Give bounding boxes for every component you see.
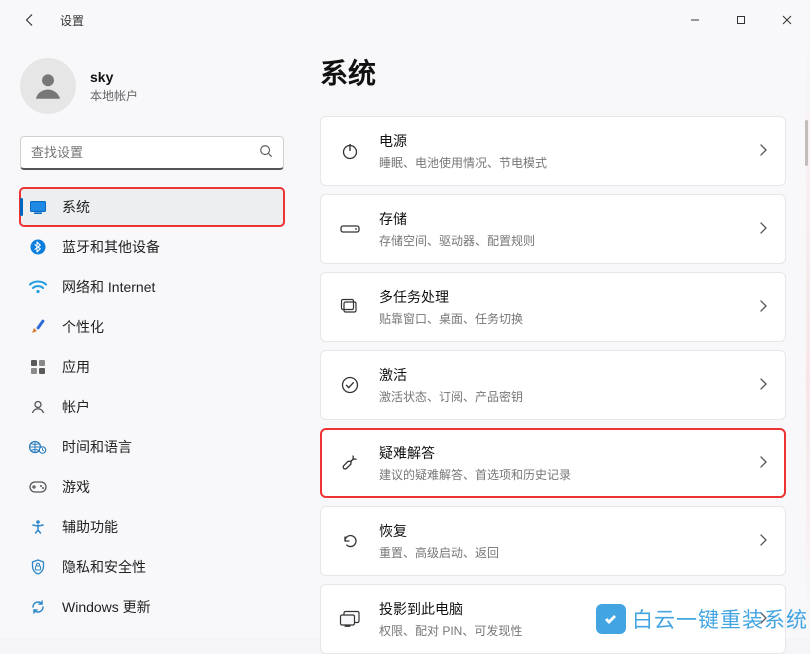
watermark-text: 白云一键重装系统 [632,604,808,634]
bluetooth-icon [28,237,48,257]
card-activation[interactable]: 激活 激活状态、订阅、产品密钥 [320,350,786,420]
projecting-icon [339,610,361,628]
sidebar-item-label: 游戏 [62,477,90,497]
multitasking-icon [339,298,361,316]
search-icon [259,144,273,161]
account-subtitle: 本地帐户 [90,87,138,104]
sidebar-item-label: 帐户 [62,397,90,417]
sidebar-item-gaming[interactable]: 游戏 [20,468,284,506]
sidebar-item-windows-update[interactable]: Windows 更新 [20,588,284,626]
gaming-icon [28,477,48,497]
settings-card-list: 电源 睡眠、电池使用情况、节电模式 存储 存储空间、驱动器、配置规则 [320,116,786,654]
chevron-right-icon [759,534,767,549]
card-power[interactable]: 电源 睡眠、电池使用情况、节电模式 [320,116,786,186]
scrollbar-thumb[interactable] [805,120,808,166]
window-maximize-button[interactable] [718,4,764,36]
titlebar: 设置 [0,0,810,40]
account-name: sky [90,69,138,85]
sidebar-item-time-language[interactable]: 时间和语言 [20,428,284,466]
chevron-right-icon [759,456,767,471]
card-title: 多任务处理 [379,287,741,307]
search-box[interactable] [20,136,284,170]
card-title: 激活 [379,365,741,385]
storage-icon [339,223,361,235]
sidebar-item-label: 应用 [62,357,90,377]
chevron-right-icon [759,300,767,315]
avatar [20,58,76,114]
activation-icon [339,375,361,395]
card-subtitle: 建议的疑难解答、首选项和历史记录 [379,466,741,483]
card-title: 存储 [379,209,741,229]
window-minimize-button[interactable] [672,4,718,36]
sidebar-item-accessibility[interactable]: 辅助功能 [20,508,284,546]
window-title: 设置 [60,12,84,29]
accessibility-icon [28,517,48,537]
account-header[interactable]: sky 本地帐户 [20,58,284,114]
card-troubleshoot[interactable]: 疑难解答 建议的疑难解答、首选项和历史记录 [320,428,786,498]
card-recovery[interactable]: 恢复 重置、高级启动、返回 [320,506,786,576]
card-subtitle: 重置、高级启动、返回 [379,544,741,561]
watermark: 白云一键重装系统 [594,600,810,638]
chevron-right-icon [759,222,767,237]
main-content: 系统 电源 睡眠、电池使用情况、节电模式 存储 [320,52,786,638]
sidebar-item-label: 系统 [62,197,90,217]
apps-icon [28,357,48,377]
chevron-right-icon [759,378,767,393]
time-language-icon [28,437,48,457]
sidebar-item-apps[interactable]: 应用 [20,348,284,386]
power-icon [339,141,361,161]
watermark-badge-icon [596,604,626,634]
privacy-icon [28,557,48,577]
card-multitasking[interactable]: 多任务处理 贴靠窗口、桌面、任务切换 [320,272,786,342]
recovery-icon [339,531,361,551]
windows-update-icon [28,597,48,617]
back-button[interactable] [18,8,42,32]
sidebar-item-label: 辅助功能 [62,517,118,537]
sidebar-item-label: 网络和 Internet [62,277,155,297]
sidebar-item-label: 隐私和安全性 [62,557,146,577]
window-close-button[interactable] [764,4,810,36]
card-subtitle: 存储空间、驱动器、配置规则 [379,232,741,249]
sidebar-item-network[interactable]: 网络和 Internet [20,268,284,306]
chevron-right-icon [759,144,767,159]
troubleshoot-icon [339,453,361,473]
sidebar-item-accounts[interactable]: 帐户 [20,388,284,426]
personalization-icon [28,317,48,337]
sidebar-item-label: Windows 更新 [62,597,151,617]
sidebar-nav: 系统 蓝牙和其他设备 网络和 Internet 个性化 [20,188,284,626]
card-title: 疑难解答 [379,443,741,463]
settings-window: 设置 sky 本地帐户 [0,0,810,638]
search-input[interactable] [31,145,251,160]
page-title: 系统 [320,52,786,92]
sidebar-item-label: 个性化 [62,317,104,337]
sidebar-item-bluetooth[interactable]: 蓝牙和其他设备 [20,228,284,266]
card-title: 电源 [379,131,741,151]
sidebar: sky 本地帐户 系统 蓝牙和其他设备 [0,50,300,626]
card-title: 恢复 [379,521,741,541]
sidebar-item-system[interactable]: 系统 [20,188,284,226]
sidebar-item-personalization[interactable]: 个性化 [20,308,284,346]
edge-tint-decoration [806,0,810,638]
sidebar-item-label: 时间和语言 [62,437,132,457]
card-storage[interactable]: 存储 存储空间、驱动器、配置规则 [320,194,786,264]
sidebar-item-privacy[interactable]: 隐私和安全性 [20,548,284,586]
card-subtitle: 睡眠、电池使用情况、节电模式 [379,154,741,171]
accounts-icon [28,397,48,417]
card-subtitle: 激活状态、订阅、产品密钥 [379,388,741,405]
wifi-icon [28,277,48,297]
system-icon [28,197,48,217]
sidebar-item-label: 蓝牙和其他设备 [62,237,160,257]
card-subtitle: 贴靠窗口、桌面、任务切换 [379,310,741,327]
